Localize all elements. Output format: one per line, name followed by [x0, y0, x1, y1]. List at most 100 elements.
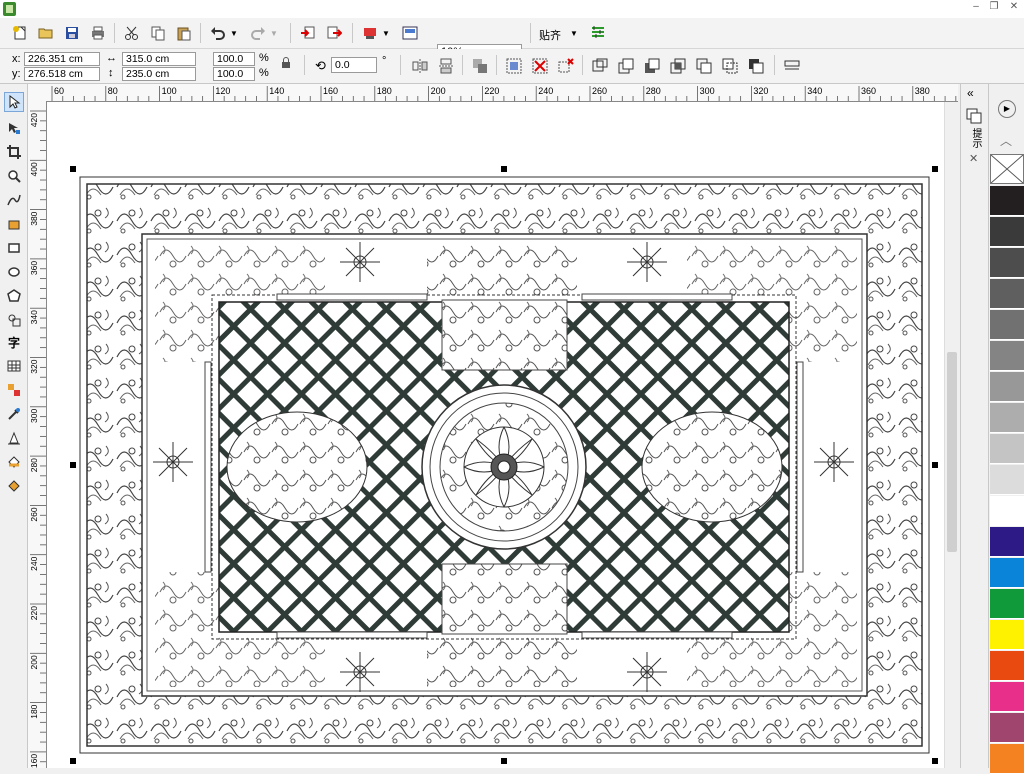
snap-to-button[interactable]: 贴齐 — [539, 27, 561, 43]
polygon-tool-icon[interactable] — [4, 286, 24, 306]
save-icon[interactable] — [62, 23, 82, 43]
text-tool-icon[interactable]: 字 — [4, 332, 24, 352]
selection-handle[interactable] — [932, 758, 938, 764]
welcome-icon[interactable] — [400, 23, 420, 43]
create-boundary-icon[interactable] — [782, 56, 802, 76]
print-icon[interactable] — [88, 23, 108, 43]
color-swatch[interactable] — [990, 620, 1024, 650]
carpet-design-artwork[interactable] — [47, 102, 944, 768]
color-swatch[interactable] — [990, 217, 1024, 247]
paste-icon[interactable] — [174, 23, 194, 43]
color-swatch[interactable] — [990, 527, 1024, 557]
new-icon[interactable] — [10, 23, 30, 43]
color-swatch[interactable] — [990, 496, 1024, 526]
blend-tool-icon[interactable] — [4, 380, 24, 400]
selection-handle[interactable] — [501, 758, 507, 764]
palette-scroll-up-icon[interactable]: ︿ — [1000, 132, 1012, 149]
copy-icon[interactable] — [148, 23, 168, 43]
freehand-tool-icon[interactable] — [4, 190, 24, 210]
close-docker-icon[interactable]: ✕ — [969, 152, 978, 165]
color-swatch[interactable] — [990, 310, 1024, 340]
zoom-tool-icon[interactable] — [4, 166, 24, 186]
trim-icon[interactable] — [642, 56, 662, 76]
publish-icon[interactable] — [360, 23, 380, 43]
intersect-icon[interactable] — [668, 56, 688, 76]
color-swatch[interactable] — [990, 682, 1024, 712]
lock-icon[interactable] — [276, 53, 296, 73]
color-swatch[interactable] — [990, 248, 1024, 278]
cut-icon[interactable] — [122, 23, 142, 43]
options-icon[interactable] — [588, 23, 608, 43]
import-icon[interactable] — [298, 23, 318, 43]
selection-handle[interactable] — [70, 166, 76, 172]
color-swatch[interactable] — [990, 403, 1024, 433]
height-field[interactable]: 235.0 cm — [122, 67, 196, 81]
ruler-origin[interactable] — [28, 84, 48, 102]
redo-dropdown-icon[interactable]: ▼ — [268, 23, 280, 43]
undo-icon[interactable] — [208, 23, 228, 43]
color-swatch[interactable] — [990, 713, 1024, 743]
snap-dropdown-icon[interactable]: ▼ — [568, 23, 580, 43]
color-swatch[interactable] — [990, 279, 1024, 309]
color-swatch[interactable] — [990, 341, 1024, 371]
weld-icon[interactable] — [616, 56, 636, 76]
horizontal-ruler[interactable]: 60 80 100 120 140 160 180 200 220 240 260 280 300 320… — [47, 84, 958, 102]
width-field[interactable]: 315.0 cm — [122, 52, 196, 66]
drawing-canvas[interactable] — [47, 102, 944, 768]
ungroup-all-icon[interactable] — [556, 56, 576, 76]
vertical-ruler[interactable]: 420 400 380 360 340 320 300 280 260 240 220 200 180 1… — [28, 101, 47, 768]
ungroup-icon[interactable] — [530, 56, 550, 76]
selection-handle[interactable] — [932, 462, 938, 468]
collapse-docker-icon[interactable]: « — [967, 86, 974, 100]
smart-fill-icon[interactable] — [4, 214, 24, 234]
undo-dropdown-icon[interactable]: ▼ — [228, 23, 240, 43]
mirror-horizontal-icon[interactable] — [410, 56, 430, 76]
back-minus-front-icon[interactable] — [746, 56, 766, 76]
mirror-vertical-icon[interactable] — [436, 56, 456, 76]
scale-x-field[interactable]: 100.0 — [213, 52, 255, 66]
front-minus-back-icon[interactable] — [720, 56, 740, 76]
publish-dropdown-icon[interactable]: ▼ — [380, 23, 392, 43]
color-swatch[interactable] — [990, 186, 1024, 216]
color-swatch[interactable] — [990, 744, 1024, 774]
rectangle-tool-icon[interactable] — [4, 238, 24, 258]
pick-tool-icon[interactable] — [4, 92, 24, 112]
no-color-swatch[interactable] — [990, 154, 1024, 184]
color-swatch[interactable] — [990, 589, 1024, 619]
hints-tab[interactable]: 提示 — [969, 128, 981, 148]
vertical-scrollbar[interactable] — [944, 102, 960, 768]
restore-icon[interactable]: ❐ — [986, 1, 1002, 12]
export-icon[interactable] — [324, 23, 344, 43]
ellipse-tool-icon[interactable] — [4, 262, 24, 282]
color-swatch[interactable] — [990, 558, 1024, 588]
basic-shapes-icon[interactable] — [4, 310, 24, 330]
outline-pen-icon[interactable] — [4, 428, 24, 448]
selection-handle[interactable] — [932, 166, 938, 172]
crop-tool-icon[interactable] — [4, 142, 24, 162]
table-tool-icon[interactable] — [4, 356, 24, 376]
combine-icon[interactable] — [590, 56, 610, 76]
scale-y-field[interactable]: 100.0 — [213, 67, 255, 81]
color-swatch[interactable] — [990, 434, 1024, 464]
group-objects-icon[interactable] — [504, 56, 524, 76]
rotation-field[interactable]: 0.0 — [331, 57, 377, 73]
selection-handle[interactable] — [501, 166, 507, 172]
palette-menu-icon[interactable]: ▶ — [998, 100, 1016, 118]
color-swatch[interactable] — [990, 651, 1024, 681]
eyedropper-icon[interactable] — [4, 404, 24, 424]
fill-tool-icon[interactable] — [4, 452, 24, 472]
selection-handle[interactable] — [70, 758, 76, 764]
shape-tool-icon[interactable] — [4, 118, 24, 138]
group-icon[interactable] — [470, 56, 490, 76]
hints-docker-icon[interactable] — [966, 108, 982, 124]
color-swatch[interactable] — [990, 372, 1024, 402]
color-swatch[interactable] — [990, 465, 1024, 495]
simplify-icon[interactable] — [694, 56, 714, 76]
x-position-field[interactable]: 226.351 cm — [24, 52, 100, 66]
scrollbar-thumb[interactable] — [947, 352, 957, 552]
selection-handle[interactable] — [70, 462, 76, 468]
y-position-field[interactable]: 276.518 cm — [24, 67, 100, 81]
open-icon[interactable] — [36, 23, 56, 43]
minimize-icon[interactable]: – — [968, 1, 984, 12]
redo-icon[interactable] — [248, 23, 268, 43]
